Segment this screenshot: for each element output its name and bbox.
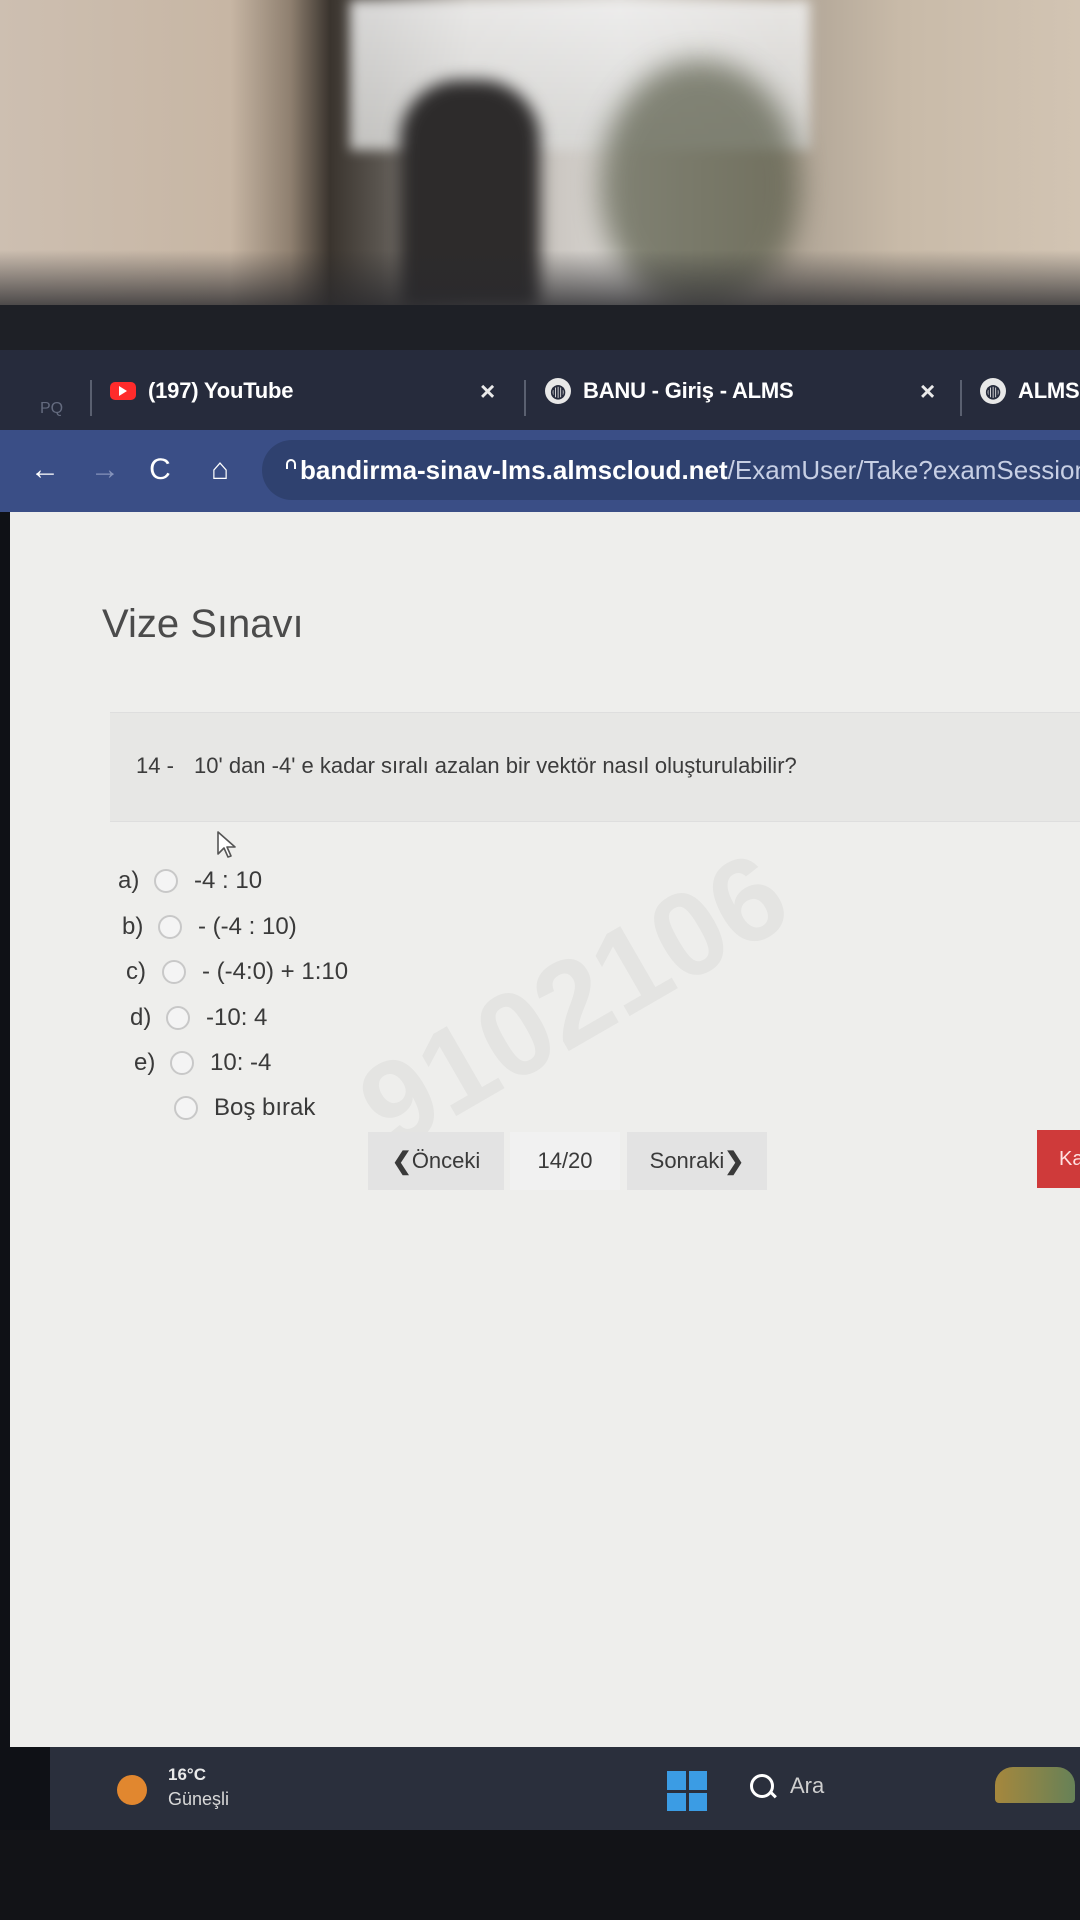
tab-title: ALMS	[1018, 378, 1080, 403]
option-letter: e)	[134, 1049, 156, 1076]
url-host: bandirma-sinav-lms.almscloud.net	[300, 454, 728, 485]
weather-description[interactable]: Güneşli	[168, 1789, 229, 1810]
option-a[interactable]: a) -4 : 10	[118, 867, 262, 895]
radio-button[interactable]	[166, 1006, 190, 1030]
browser-tab-bar: PQ (197) YouTube × ◍ BANU - Giriş - ALMS…	[0, 350, 1080, 430]
chevron-right-icon: ❯	[724, 1147, 745, 1175]
option-d[interactable]: d) -10: 4	[130, 1004, 267, 1032]
radio-button[interactable]	[170, 1051, 194, 1075]
option-text: -10: 4	[206, 1004, 268, 1031]
tab-title: BANU - Giriş - ALMS	[583, 378, 794, 403]
question-box: 14 - 10' dan -4' e kadar sıralı azalan b…	[110, 712, 1080, 822]
option-e[interactable]: e) 10: -4	[134, 1049, 271, 1077]
windows-start-icon[interactable]	[667, 1771, 707, 1811]
tab-divider	[960, 380, 962, 416]
mouse-cursor-icon	[217, 831, 236, 858]
question-counter: 14/20	[510, 1132, 620, 1190]
next-button[interactable]: Sonraki ❯	[627, 1132, 767, 1190]
sun-icon[interactable]	[117, 1775, 147, 1805]
tab-alms[interactable]: ◍ ALMS	[980, 362, 1080, 420]
next-label: Sonraki	[649, 1148, 725, 1173]
forward-arrow-icon[interactable]: →	[85, 452, 125, 488]
option-text: - (-4 : 10)	[198, 913, 297, 940]
watermark: 9102106	[337, 824, 811, 1177]
option-skip[interactable]: Boş bırak	[138, 1094, 315, 1122]
url-path: /ExamUser/Take?examSessionIdRe	[727, 454, 1080, 485]
tab-divider	[90, 380, 92, 416]
close-icon[interactable]: ×	[920, 376, 935, 407]
question-text-row: 14 - 10' dan -4' e kadar sıralı azalan b…	[136, 753, 797, 779]
search-icon[interactable]	[750, 1774, 774, 1798]
exam-page: Vize Sınavı 14 - 10' dan -4' e kadar sır…	[10, 512, 1080, 1747]
taskbar-search-label[interactable]: Ara	[790, 1773, 824, 1799]
weather-temperature[interactable]: 16°C	[168, 1765, 206, 1785]
radio-button[interactable]	[158, 915, 182, 939]
radio-button[interactable]	[174, 1096, 198, 1120]
windows-taskbar: 16°C Güneşli Ara	[50, 1747, 1080, 1830]
tab-youtube[interactable]: (197) YouTube ×	[110, 362, 510, 420]
previous-button[interactable]: ❮ Önceki	[368, 1132, 504, 1190]
browser-address-bar: ← → C ⌂ bandirma-sinav-lms.almscloud.net…	[0, 430, 1080, 512]
option-text: Boş bırak	[214, 1094, 316, 1121]
option-c[interactable]: c) - (-4:0) + 1:10	[126, 958, 348, 986]
option-letter: c)	[126, 958, 146, 985]
tab-title: (197) YouTube	[148, 378, 294, 403]
laptop-screen: PQ (197) YouTube × ◍ BANU - Giriş - ALMS…	[0, 350, 1080, 1830]
radio-button[interactable]	[154, 869, 178, 893]
question-text: 10' dan -4' e kadar sıralı azalan bir ve…	[194, 753, 797, 778]
laptop-bezel-bottom	[0, 1830, 1080, 1920]
back-arrow-icon[interactable]: ←	[25, 452, 65, 488]
option-text: 10: -4	[210, 1049, 272, 1076]
widgets-icon[interactable]	[995, 1767, 1075, 1803]
question-number: 14 -	[136, 753, 174, 778]
close-icon[interactable]: ×	[480, 376, 495, 407]
option-letter: d)	[130, 1004, 152, 1031]
save-button[interactable]: Ka	[1037, 1130, 1080, 1188]
background-room-photo	[0, 0, 1080, 320]
url-field[interactable]: bandirma-sinav-lms.almscloud.net /ExamUs…	[262, 440, 1080, 500]
home-icon[interactable]: ⌂	[200, 452, 240, 488]
option-text: - (-4:0) + 1:10	[202, 958, 349, 985]
globe-icon: ◍	[545, 378, 571, 404]
chevron-left-icon: ❮	[391, 1147, 412, 1175]
youtube-icon	[110, 382, 136, 400]
page-title: Vize Sınavı	[102, 602, 304, 646]
option-b[interactable]: b) - (-4 : 10)	[122, 913, 297, 941]
reload-icon[interactable]: C	[140, 452, 180, 488]
option-letter: a)	[118, 867, 140, 894]
radio-button[interactable]	[162, 960, 186, 984]
globe-icon: ◍	[980, 378, 1006, 404]
option-text: -4 : 10	[194, 867, 263, 894]
tab-divider	[524, 380, 526, 416]
option-letter: b)	[122, 913, 144, 940]
previous-label: Önceki	[411, 1148, 481, 1173]
tab-banu-alms[interactable]: ◍ BANU - Giriş - ALMS ×	[545, 362, 945, 420]
profile-label[interactable]: PQ	[40, 400, 63, 418]
